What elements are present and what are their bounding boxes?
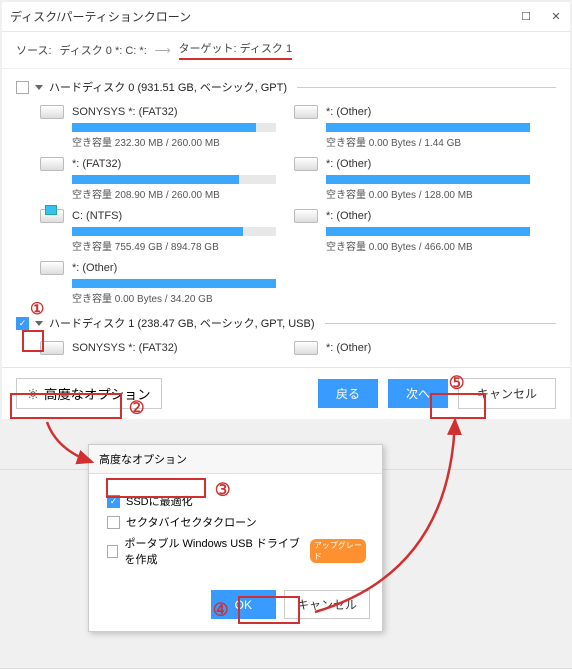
partition-name: *: (FAT32) (72, 158, 121, 170)
partition-name: *: (Other) (326, 342, 371, 354)
advanced-options-dialog: 高度なオプション ✓ SSDに最適化 セクタバイセクタクローン ポータブル Wi… (88, 444, 383, 632)
annot-3: ➂ (216, 480, 229, 500)
disk-icon (294, 105, 318, 119)
partition-item[interactable]: *: (Other) 空き容量 0.00 Bytes / 466.00 MB (294, 209, 530, 253)
partition-info: 空き容量 208.90 MB / 260.00 MB (72, 186, 276, 201)
ssd-checkbox[interactable]: ✓ (107, 495, 120, 508)
opt-ssd[interactable]: ✓ SSDに最適化 (107, 493, 366, 509)
usage-bar (326, 123, 530, 132)
source-value: ディスク 0 *: C: *: (60, 42, 147, 58)
arrow-icon: ⟶ (155, 44, 171, 57)
usb-checkbox[interactable] (107, 545, 118, 558)
usb-label: ポータブル Windows USB ドライブを作成 (124, 535, 303, 567)
disk-icon (40, 105, 64, 119)
titlebar: ディスク/パーティションクローン ☐ ✕ (2, 2, 570, 32)
disk-icon (294, 341, 318, 355)
partition-name: SONYSYS *: (FAT32) (72, 106, 178, 118)
close-button[interactable]: ✕ (550, 11, 562, 23)
partition-item[interactable]: *: (Other) 空き容量 0.00 Bytes / 128.00 MB (294, 157, 530, 201)
disk-icon (40, 261, 64, 275)
opt-usb[interactable]: ポータブル Windows USB ドライブを作成 アップグレード (107, 535, 366, 567)
target-label: ターゲット: (179, 43, 237, 55)
partition-name: *: (Other) (326, 158, 371, 170)
partition-item[interactable]: SONYSYS *: (FAT32) (40, 341, 276, 355)
dialog-title: 高度なオプション (89, 445, 382, 474)
partition-name: SONYSYS *: (FAT32) (72, 342, 178, 354)
sector-label: セクタバイセクタクローン (126, 514, 257, 530)
partition-name: C: (NTFS) (72, 210, 122, 222)
upgrade-tag: アップグレード (310, 539, 366, 563)
partition-name: *: (Other) (326, 106, 371, 118)
partition-item[interactable]: *: (Other) (294, 341, 530, 355)
annot-2: ➁ (130, 398, 143, 418)
disk1-header[interactable]: ✓ ハードディスク 1 (238.47 GB, ベーシック, GPT, USB) (16, 311, 556, 335)
usage-bar (326, 175, 530, 184)
usage-bar (72, 175, 276, 184)
partition-item[interactable]: SONYSYS *: (FAT32) 空き容量 232.30 MB / 260.… (40, 105, 276, 149)
ssd-label: SSDに最適化 (126, 493, 193, 509)
partition-info: 空き容量 755.49 GB / 894.78 GB (72, 238, 276, 253)
usage-bar (72, 123, 276, 132)
chevron-down-icon[interactable] (35, 321, 43, 326)
partition-info: 空き容量 0.00 Bytes / 34.20 GB (72, 290, 276, 305)
target-value: ディスク 1 (240, 43, 292, 55)
disk0-header[interactable]: ハードディスク 0 (931.51 GB, ベーシック, GPT) (16, 75, 556, 99)
partition-info: 空き容量 0.00 Bytes / 466.00 MB (326, 238, 530, 253)
usage-bar (72, 279, 276, 288)
cancel-button[interactable]: キャンセル (458, 378, 556, 409)
disk-icon (294, 157, 318, 171)
disk-icon (294, 209, 318, 223)
disk-icon (40, 157, 64, 171)
disk-icon (40, 341, 64, 355)
chevron-down-icon[interactable] (35, 85, 43, 90)
source-label: ソース: (16, 42, 52, 58)
window-title: ディスク/パーティションクローン (10, 8, 191, 25)
partition-name: *: (Other) (72, 262, 117, 274)
partition-item[interactable]: *: (Other) 空き容量 0.00 Bytes / 1.44 GB (294, 105, 530, 149)
usage-bar (72, 227, 276, 236)
next-button[interactable]: 次へ (388, 379, 448, 408)
sector-checkbox[interactable] (107, 516, 120, 529)
breadcrumb: ソース: ディスク 0 *: C: *: ⟶ ターゲット: ディスク 1 (2, 32, 570, 68)
usage-bar (326, 227, 530, 236)
disk1-title: ハードディスク 1 (238.47 GB, ベーシック, GPT, USB) (49, 315, 315, 331)
disk1-checkbox[interactable]: ✓ (16, 317, 29, 330)
disk-icon (40, 209, 64, 223)
dialog-cancel-button[interactable]: キャンセル (284, 590, 370, 619)
annot-4: ➃ (214, 600, 227, 620)
annot-1: ① (30, 299, 44, 319)
gear-icon (27, 388, 39, 400)
partition-item[interactable]: *: (FAT32) 空き容量 208.90 MB / 260.00 MB (40, 157, 276, 201)
disk0-title: ハードディスク 0 (931.51 GB, ベーシック, GPT) (49, 79, 287, 95)
annot-5: ➄ (450, 373, 463, 393)
maximize-button[interactable]: ☐ (520, 11, 532, 23)
opt-sector[interactable]: セクタバイセクタクローン (107, 514, 366, 530)
partition-item[interactable]: *: (Other) 空き容量 0.00 Bytes / 34.20 GB (40, 261, 276, 305)
partition-info: 空き容量 0.00 Bytes / 1.44 GB (326, 134, 530, 149)
partition-info: 空き容量 0.00 Bytes / 128.00 MB (326, 186, 530, 201)
partition-info: 空き容量 232.30 MB / 260.00 MB (72, 134, 276, 149)
back-button[interactable]: 戻る (318, 379, 378, 408)
disk0-checkbox[interactable] (16, 81, 29, 94)
partition-item[interactable]: C: (NTFS) 空き容量 755.49 GB / 894.78 GB (40, 209, 276, 253)
partition-name: *: (Other) (326, 210, 371, 222)
